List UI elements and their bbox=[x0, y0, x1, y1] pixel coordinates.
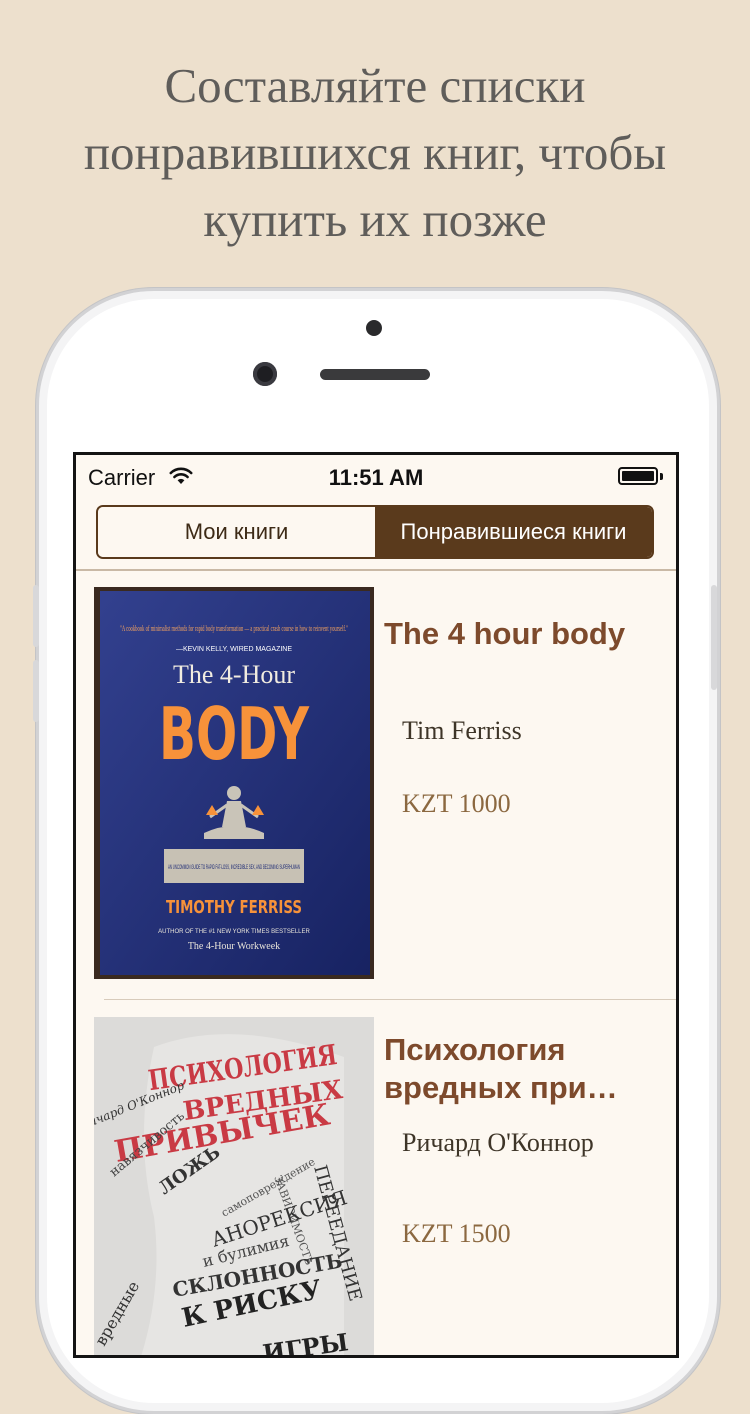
cover-author: TIMOTHY FERRISS bbox=[166, 897, 302, 918]
tab-my-books[interactable]: Мои книги bbox=[98, 507, 375, 557]
book-row[interactable]: "A cookbook of minimalist methods for ra… bbox=[76, 571, 676, 1001]
phone-front-camera bbox=[253, 362, 277, 386]
cover-blurb-source: —KEVIN KELLY, WIRED MAGAZINE bbox=[176, 646, 292, 653]
book-cover[interactable]: "A cookbook of minimalist methods for ra… bbox=[94, 587, 374, 979]
phone-top-sensor bbox=[366, 320, 382, 336]
cover-title-line2: BODY bbox=[159, 692, 310, 776]
book-title: The 4 hour body bbox=[384, 616, 626, 651]
phone-side-button bbox=[711, 585, 717, 690]
clock: 11:51 AM bbox=[328, 465, 424, 490]
phone-side-button bbox=[33, 660, 39, 722]
tab-liked-books[interactable]: Понравившиеся книги bbox=[375, 507, 652, 557]
book-cover[interactable]: ПСИХОЛОГИЯ ВРЕДНЫХ ПРИВЫЧЕК Ричард О'Кон… bbox=[94, 1017, 374, 1355]
cover-previous-book: The 4-Hour Workweek bbox=[188, 941, 280, 952]
segmented-control: Мои книги Понравившиеся книги bbox=[96, 505, 654, 559]
row-divider bbox=[104, 999, 676, 1000]
status-bar: Carrier 11:51 AM bbox=[76, 455, 676, 499]
phone-screen: Carrier 11:51 AM Мои книги Понравившиеся… bbox=[73, 452, 679, 1358]
cover-blurb: "A cookbook of minimalist methods for ra… bbox=[120, 624, 348, 633]
book-price: KZT 1500 bbox=[402, 1219, 511, 1248]
cover-title-line1: The 4-Hour bbox=[173, 660, 295, 689]
battery-icon bbox=[618, 467, 658, 485]
battery-tip bbox=[660, 473, 663, 480]
book-row[interactable]: ПСИХОЛОГИЯ ВРЕДНЫХ ПРИВЫЧЕК Ричард О'Кон… bbox=[76, 1001, 676, 1355]
book-author: Tim Ferriss bbox=[402, 716, 522, 745]
book-title: Психология вредных при… bbox=[384, 1032, 618, 1105]
book-price: KZT 1000 bbox=[402, 789, 511, 818]
cover-subtitle: AN UNCOMMON GUIDE TO RAPID FAT-LOSS, INC… bbox=[168, 865, 300, 871]
book-author: Ричард О'Коннор bbox=[402, 1128, 594, 1157]
phone-side-button bbox=[33, 585, 39, 647]
phone-speaker bbox=[320, 369, 430, 380]
promo-headline: Составляйте списки понравившихся книг, ч… bbox=[83, 58, 667, 247]
cover-author-note: AUTHOR OF THE #1 NEW YORK TIMES BESTSELL… bbox=[158, 929, 310, 935]
